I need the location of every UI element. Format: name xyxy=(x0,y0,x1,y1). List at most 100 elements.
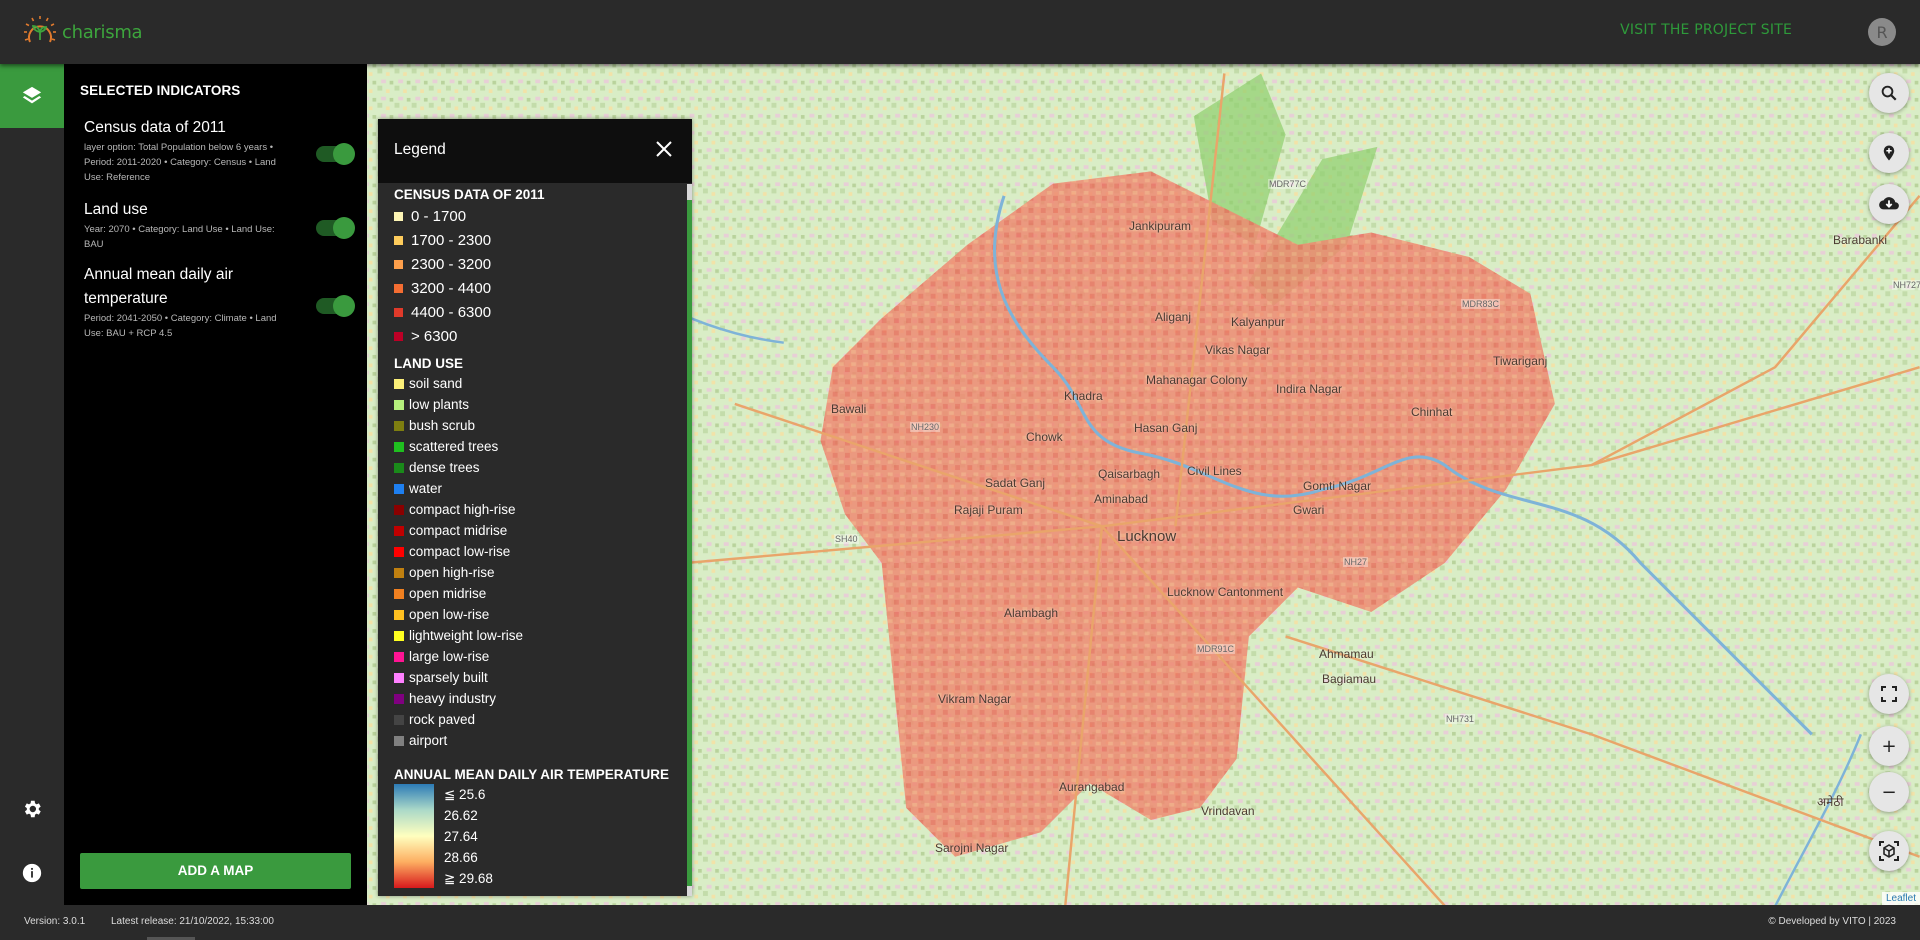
place-label: Gomti Nagar xyxy=(1303,479,1372,493)
legend-swatch xyxy=(394,546,404,557)
legend-swatch xyxy=(394,525,404,536)
legend-item: 2300 - 3200 xyxy=(394,252,680,276)
scrollbar-thumb[interactable] xyxy=(687,200,692,886)
legend-body: CENSUS DATA OF 2011 0 - 1700 1700 - 2300 2… xyxy=(394,183,680,896)
road-label: NH731 xyxy=(1445,714,1476,724)
legend-swatch xyxy=(394,609,404,620)
legend-item-label: dense trees xyxy=(409,460,480,475)
3d-view-button[interactable] xyxy=(1869,831,1909,871)
temperature-heading: ANNUAL MEAN DAILY AIR TEMPERATURE xyxy=(394,767,670,782)
legend-item-label: 0 - 1700 xyxy=(411,207,467,225)
legend-swatch xyxy=(394,714,404,725)
legend-item-label: 3200 - 4400 xyxy=(411,279,492,297)
selected-indicators-panel: SELECTED INDICATORS Census data of 2011 … xyxy=(64,64,367,905)
place-label: Lucknow Cantonment xyxy=(1167,585,1284,599)
legend-swatch xyxy=(394,504,404,515)
road-label: MDR83C xyxy=(1461,299,1501,309)
add-map-button[interactable]: ADD A MAP xyxy=(80,853,351,889)
indicator-toggle[interactable] xyxy=(316,143,355,165)
legend-swatch xyxy=(394,630,404,641)
road-label: SH40 xyxy=(834,534,859,544)
place-label: Indira Nagar xyxy=(1276,382,1343,396)
search-icon xyxy=(1881,85,1897,101)
user-avatar[interactable]: R xyxy=(1868,18,1896,46)
add-location-button[interactable] xyxy=(1869,133,1909,173)
legend-item-label: open high-rise xyxy=(409,565,495,580)
zoom-out-button[interactable]: − xyxy=(1869,772,1909,812)
close-icon[interactable] xyxy=(654,139,674,159)
legend-title: Legend xyxy=(394,141,446,158)
legend-item-label: low plants xyxy=(409,397,470,412)
info-icon[interactable] xyxy=(21,862,43,884)
legend-item: lightweight low-rise xyxy=(394,625,680,646)
place-label: Chinhat xyxy=(1411,405,1453,419)
legend-item: large low-rise xyxy=(394,646,680,667)
legend-swatch xyxy=(394,378,404,389)
place-label: Civil Lines xyxy=(1187,464,1242,478)
fullscreen-button[interactable] xyxy=(1869,674,1909,714)
legend-item: open high-rise xyxy=(394,562,680,583)
indicator-toggle[interactable] xyxy=(316,295,355,317)
place-label: Aurangabad xyxy=(1059,780,1125,794)
legend-swatch xyxy=(394,651,404,662)
legend-swatch xyxy=(394,259,403,269)
search-button[interactable] xyxy=(1869,73,1909,113)
gear-icon[interactable] xyxy=(21,798,43,820)
legend-item-label: heavy industry xyxy=(409,691,497,706)
place-label: Ahmamau xyxy=(1319,647,1374,661)
legend-swatch xyxy=(394,331,403,341)
legend-item-label: 2300 - 3200 xyxy=(411,255,492,273)
legend-item-label: compact low-rise xyxy=(409,544,511,559)
legend-item-label: airport xyxy=(409,733,448,748)
temperature-scale: ≦ 25.6 26.62 27.64 28.66 ≧ 29.68 xyxy=(394,784,680,889)
legend-swatch xyxy=(394,567,404,578)
place-label: अमेठी xyxy=(1817,795,1844,809)
road-label: MDR91C xyxy=(1196,644,1236,654)
add-location-icon xyxy=(1883,145,1895,161)
place-label: Alambagh xyxy=(1004,606,1059,620)
legend-item: soil sand xyxy=(394,373,680,394)
left-rail xyxy=(0,64,64,905)
indicator-census: Census data of 2011 layer option: Total … xyxy=(84,116,355,185)
indicator-title: Annual mean daily air temperature xyxy=(84,266,234,307)
legend-scrollbar[interactable] xyxy=(687,184,692,896)
indicator-toggle[interactable] xyxy=(316,217,355,239)
legend-item: 4400 - 6300 xyxy=(394,300,680,324)
legend-swatch xyxy=(394,735,404,746)
place-label: Vikas Nagar xyxy=(1205,343,1271,357)
temperature-label: 26.62 xyxy=(444,808,478,823)
place-label: Sarojni Nagar xyxy=(935,841,1009,855)
footer: Version: 3.0.1 Latest release: 21/10/202… xyxy=(0,905,1920,940)
legend-item: compact low-rise xyxy=(394,541,680,562)
temperature-label: 27.64 xyxy=(444,829,478,844)
legend-swatch xyxy=(394,483,404,494)
layers-icon xyxy=(22,86,42,104)
legend-item: rock paved xyxy=(394,709,680,730)
legend-item: 3200 - 4400 xyxy=(394,276,680,300)
visit-project-site-link[interactable]: VISIT THE PROJECT SITE xyxy=(1620,22,1792,38)
leaflet-attribution[interactable]: Leaflet xyxy=(1881,892,1920,905)
legend-swatch xyxy=(394,420,404,431)
layers-button[interactable] xyxy=(0,64,64,128)
place-label: Barabanki xyxy=(1833,233,1888,247)
version-text: Version: 3.0.1 xyxy=(24,916,86,927)
legend-item: 0 - 1700 xyxy=(394,204,680,228)
legend-swatch xyxy=(394,462,404,473)
place-label: Vikram Nagar xyxy=(938,692,1012,706)
indicator-title: Census data of 2011 xyxy=(84,119,226,136)
legend-item-label: scattered trees xyxy=(409,439,499,454)
indicator-land-use: Land use Year: 2070 • Category: Land Use… xyxy=(84,198,355,252)
legend-swatch xyxy=(394,211,403,221)
credit-text: © Developed by VITO | 2023 xyxy=(1768,916,1896,927)
indicator-details: layer option: Total Population below 6 y… xyxy=(84,142,276,183)
zoom-in-button[interactable]: + xyxy=(1869,726,1909,766)
legend-item-label: open low-rise xyxy=(409,607,490,622)
place-label: Tiwariganj xyxy=(1493,354,1548,368)
charisma-logo[interactable]: charisma xyxy=(22,14,143,50)
release-text: Latest release: 21/10/2022, 15:33:00 xyxy=(111,916,274,927)
place-label: Aliganj xyxy=(1155,310,1192,324)
download-button[interactable] xyxy=(1869,184,1909,224)
legend-item: water xyxy=(394,478,680,499)
road-label: NH230 xyxy=(910,422,941,432)
legend-item-label: large low-rise xyxy=(409,649,490,664)
